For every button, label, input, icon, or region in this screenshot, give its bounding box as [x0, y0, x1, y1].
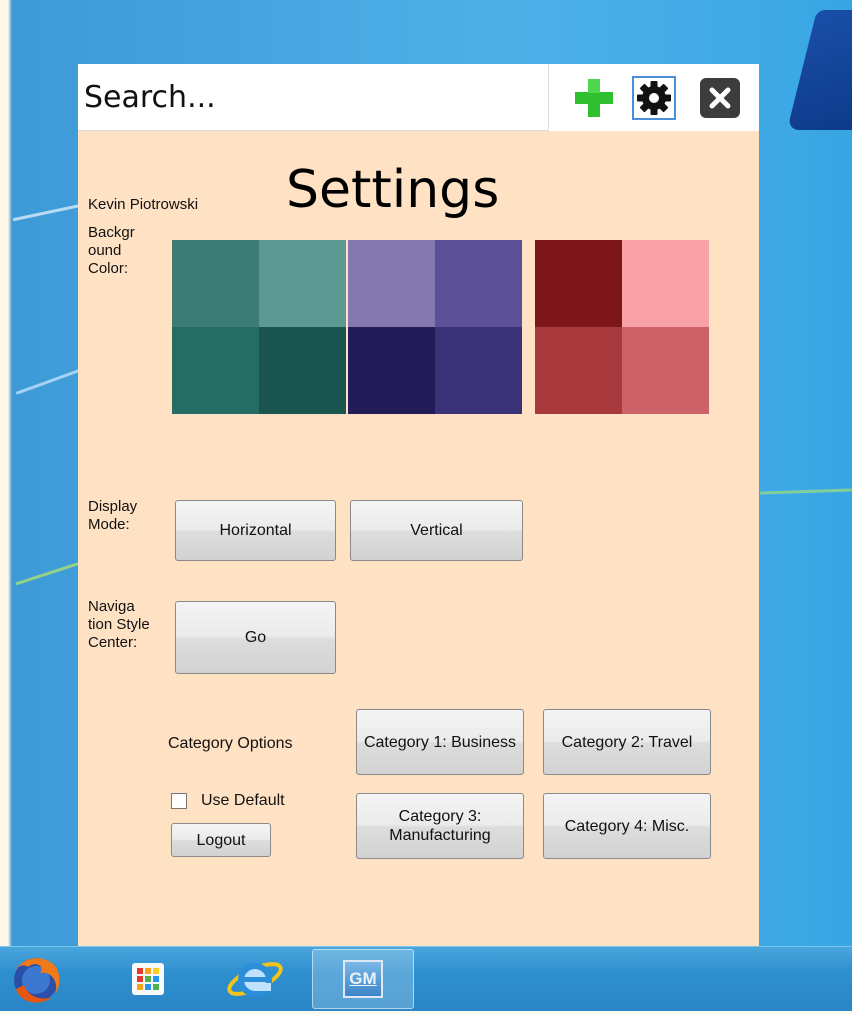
category-2-button[interactable]: Category 2: Travel [543, 709, 711, 775]
category-options-label: Category Options [168, 735, 293, 752]
desktop-logo-shape [787, 10, 852, 130]
category-3-button[interactable]: Category 3: Manufacturing [356, 793, 524, 859]
use-default-checkbox[interactable] [171, 793, 187, 809]
taskbar-item-gm[interactable]: GM [312, 949, 414, 1009]
light-streak [759, 488, 852, 495]
display-mode-label: Display Mode: [88, 498, 138, 533]
go-button[interactable]: Go [175, 601, 336, 674]
light-streak [15, 561, 81, 586]
logout-button[interactable]: Logout [171, 823, 271, 857]
gm-icon: GM [343, 960, 383, 998]
red-swatch[interactable] [535, 240, 709, 414]
swatch-cell [348, 327, 435, 414]
settings-window: Kevin Piotrowski Settings Backgr ound Co… [78, 64, 759, 946]
teal-swatch[interactable] [172, 240, 346, 414]
light-streak [15, 368, 83, 395]
search-input[interactable] [82, 72, 541, 122]
settings-button[interactable] [632, 76, 676, 120]
taskbar-item-firefox[interactable] [6, 949, 66, 1009]
taskbar-item-apps[interactable] [118, 949, 178, 1009]
background-color-label: Backgr ound Color: [88, 224, 135, 277]
use-default-label: Use Default [201, 792, 285, 809]
purple-swatch[interactable] [348, 240, 522, 414]
internet-explorer-icon [227, 962, 283, 997]
swatch-cell [435, 327, 522, 414]
page-title: Settings [286, 160, 500, 220]
swatch-cell [259, 240, 346, 327]
use-default-option: Use Default [171, 792, 285, 810]
gear-icon [637, 81, 671, 115]
horizontal-button[interactable]: Horizontal [175, 500, 336, 561]
category-1-button[interactable]: Category 1: Business [356, 709, 524, 775]
taskbar: GM [0, 946, 852, 1011]
swatch-cell [348, 240, 435, 327]
swatch-cell [535, 240, 622, 327]
category-4-button[interactable]: Category 4: Misc. [543, 793, 711, 859]
navigation-style-label: Naviga tion Style Center: [88, 598, 150, 651]
firefox-icon [14, 958, 60, 1003]
taskbar-item-internet-explorer[interactable] [222, 949, 288, 1009]
swatch-cell [622, 240, 709, 327]
close-icon [700, 78, 740, 118]
swatch-cell [435, 240, 522, 327]
vertical-button[interactable]: Vertical [350, 500, 523, 561]
swatch-cell [535, 327, 622, 414]
swatch-cell [622, 327, 709, 414]
swatch-cell [259, 327, 346, 414]
user-name: Kevin Piotrowski [88, 196, 199, 213]
close-button[interactable] [698, 76, 742, 120]
swatch-cell [172, 327, 259, 414]
plus-icon [575, 79, 613, 117]
swatch-cell [172, 240, 259, 327]
apps-icon [132, 963, 164, 995]
toolbar [548, 64, 759, 131]
search-bar [78, 64, 548, 131]
add-button[interactable] [572, 76, 616, 120]
